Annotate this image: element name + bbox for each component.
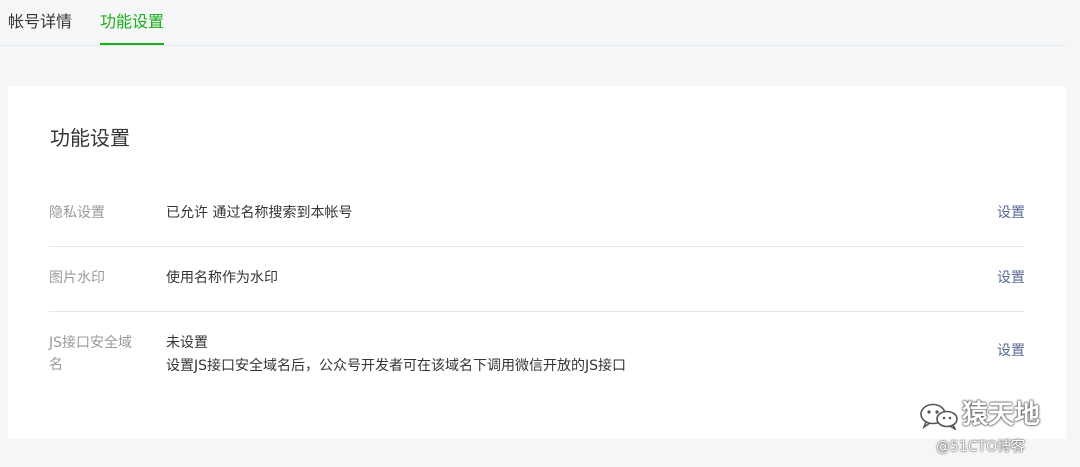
settings-card: 功能设置 隐私设置 已允许 通过名称搜索到本帐号 设置 图片水印 使用名称作为水…	[8, 86, 1066, 439]
row-label: 图片水印	[49, 270, 105, 286]
js-domain-settings-button[interactable]: 设置	[997, 340, 1025, 362]
tab-account-details[interactable]: 帐号详情	[8, 10, 72, 43]
watermark-name: 猿天地	[962, 400, 1041, 430]
row-description: 设置JS接口安全域名后，公众号开发者可在该域名下调用微信开放的JS接口	[166, 358, 627, 374]
settings-row-privacy: 隐私设置 已允许 通过名称搜索到本帐号 设置	[49, 182, 1025, 247]
wechat-icon	[920, 403, 958, 430]
card-title: 功能设置	[50, 126, 130, 150]
settings-row-watermark: 图片水印 使用名称作为水印 设置	[49, 247, 1025, 312]
row-label: 隐私设置	[49, 205, 105, 221]
settings-row-js-domain: JS接口安全域名 未设置 设置JS接口安全域名后，公众号开发者可在该域名下调用微…	[49, 312, 1025, 400]
row-value: 已允许 通过名称搜索到本帐号	[166, 205, 353, 221]
tab-feature-settings[interactable]: 功能设置	[100, 10, 165, 45]
row-label: JS接口安全域名	[49, 335, 133, 373]
row-value: 未设置	[166, 335, 208, 351]
watermark: 猿天地 @51CTO博客	[918, 398, 1068, 458]
tab-bar: 帐号详情 功能设置	[0, 0, 1066, 46]
watermark-settings-button[interactable]: 设置	[997, 267, 1025, 289]
privacy-settings-button[interactable]: 设置	[997, 202, 1025, 224]
watermark-source: @51CTO博客	[936, 439, 1026, 455]
row-value: 使用名称作为水印	[166, 270, 278, 286]
